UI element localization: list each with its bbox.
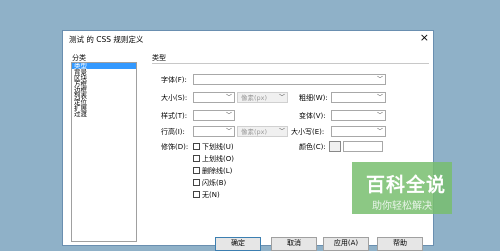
ok-button[interactable]: 确定 [215,237,261,251]
overline-checkbox[interactable] [193,155,200,162]
underline-checkbox[interactable] [193,143,200,150]
watermark-title: 百科全说 [366,174,447,196]
help-button[interactable]: 帮助 [377,237,423,251]
font-style-select[interactable]: ﹀ [193,110,235,121]
font-style-label: 样式(T): [161,112,188,120]
watermark-subtitle: 助你轻松解决 [372,201,432,212]
underline-label: 下划线(U) [202,143,234,151]
type-header-divider [152,63,429,64]
line-through-label: 删除线(L) [202,167,233,175]
text-transform-select[interactable]: ﹀ [331,126,386,137]
type-header: 类型 [152,54,166,62]
font-size-select[interactable]: ﹀ [193,92,235,103]
category-list[interactable]: 类型 背景 区块 方框 边框 列表 定位 扩展 过渡 [71,62,137,242]
line-height-label: 行高(I): [161,128,185,136]
color-input[interactable] [343,141,383,152]
font-weight-select[interactable]: ﹀ [331,92,386,103]
chevron-down-icon: ﹀ [225,128,232,135]
cancel-button[interactable]: 取消 [271,237,317,251]
font-variant-label: 变体(V): [299,112,326,120]
font-variant-select[interactable]: ﹀ [331,110,386,121]
line-height-unit-value: 像素(px) [241,128,268,136]
close-icon[interactable]: × [420,32,429,44]
font-size-label: 大小(S): [161,94,188,102]
font-family-label: 字体(F): [161,76,187,84]
line-through-checkbox[interactable] [193,167,200,174]
title-bar: 测试 的 CSS 规则定义 × [63,31,433,47]
font-weight-label: 粗细(W): [299,94,328,102]
color-label: 颜色(C): [299,143,326,151]
chevron-down-icon: ﹀ [376,128,383,135]
text-transform-label: 大小写(E): [291,128,325,136]
chevron-down-icon: ﹀ [278,94,285,101]
overline-label: 上划线(O) [202,155,234,163]
none-checkbox[interactable] [193,191,200,198]
blink-label: 闪烁(B) [202,179,227,187]
font-size-unit-select[interactable]: 像素(px) ﹀ [237,92,288,103]
chevron-down-icon: ﹀ [225,112,232,119]
category-item-transition[interactable]: 过渡 [72,111,136,117]
chevron-down-icon: ﹀ [278,128,285,135]
font-size-unit-value: 像素(px) [241,94,268,102]
chevron-down-icon: ﹀ [376,94,383,101]
line-height-unit-select[interactable]: 像素(px) ﹀ [237,126,288,137]
none-label: 无(N) [202,191,220,199]
chevron-down-icon: ﹀ [376,112,383,119]
apply-button[interactable]: 应用(A) [323,237,369,251]
blink-checkbox[interactable] [193,179,200,186]
font-family-select[interactable]: ﹀ [193,74,386,85]
chevron-down-icon: ﹀ [225,94,232,101]
line-height-select[interactable]: ﹀ [193,126,235,137]
decoration-label: 修饰(D): [161,143,189,151]
dialog-title: 测试 的 CSS 规则定义 [69,35,144,44]
chevron-down-icon: ﹀ [376,76,383,83]
color-picker-button[interactable] [329,141,341,152]
